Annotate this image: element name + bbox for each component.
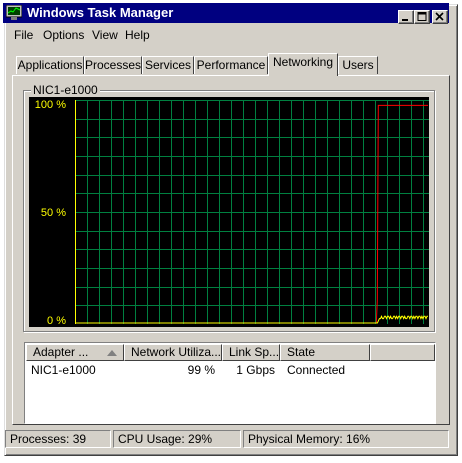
tab-services[interactable]: Services xyxy=(142,56,194,74)
tab-applications[interactable]: Applications xyxy=(16,56,84,74)
tab-performance[interactable]: Performance xyxy=(194,56,268,74)
y-label-0: 0 % xyxy=(47,315,66,327)
window-title: Windows Task Manager xyxy=(27,5,174,20)
menu-options[interactable]: Options xyxy=(43,28,84,42)
menu-file[interactable]: File xyxy=(14,28,33,42)
minimize-button[interactable] xyxy=(398,10,414,24)
tab-networking[interactable]: Networking xyxy=(268,53,338,76)
cell-utilization: 99 % xyxy=(187,363,215,377)
graph-grid xyxy=(75,100,429,324)
menu-help[interactable]: Help xyxy=(125,28,150,42)
title-bar[interactable]: Windows Task Manager xyxy=(3,3,449,23)
graph-plot xyxy=(75,100,429,324)
status-processes: Processes: 39 xyxy=(5,430,111,448)
tab-users[interactable]: Users xyxy=(338,56,378,74)
adapter-list[interactable]: Adapter ... Network Utiliza... Link Sp..… xyxy=(24,342,436,424)
menu-view[interactable]: View xyxy=(92,28,118,42)
cell-state: Connected xyxy=(287,363,346,377)
status-bar: Processes: 39 CPU Usage: 29% Physical Me… xyxy=(3,430,449,448)
close-icon xyxy=(435,12,444,21)
adapter-graph-label: NIC1-e1000 xyxy=(31,83,100,97)
maximize-button[interactable] xyxy=(414,10,430,24)
status-cpu-usage: CPU Usage: 29% xyxy=(113,430,241,448)
y-label-100: 100 % xyxy=(34,99,66,111)
cell-adapter-name: NIC1-e1000 xyxy=(31,363,96,377)
maximize-icon xyxy=(417,12,427,21)
task-manager-icon xyxy=(6,5,22,20)
tab-processes[interactable]: Processes xyxy=(84,56,142,74)
minimize-icon xyxy=(402,19,408,21)
menu-bar: File Options View Help xyxy=(3,25,449,45)
network-graph: 100 % 50 % 0 % xyxy=(29,97,429,327)
status-physical-memory: Physical Memory: 16% xyxy=(243,430,449,448)
cell-link-speed: 1 Gbps xyxy=(236,363,275,377)
table-row[interactable]: NIC1-e1000 99 % 1 Gbps Connected xyxy=(25,343,435,379)
close-button[interactable] xyxy=(432,10,448,24)
tab-strip: Applications Processes Services Performa… xyxy=(12,53,452,76)
y-label-50: 50 % xyxy=(40,207,66,219)
